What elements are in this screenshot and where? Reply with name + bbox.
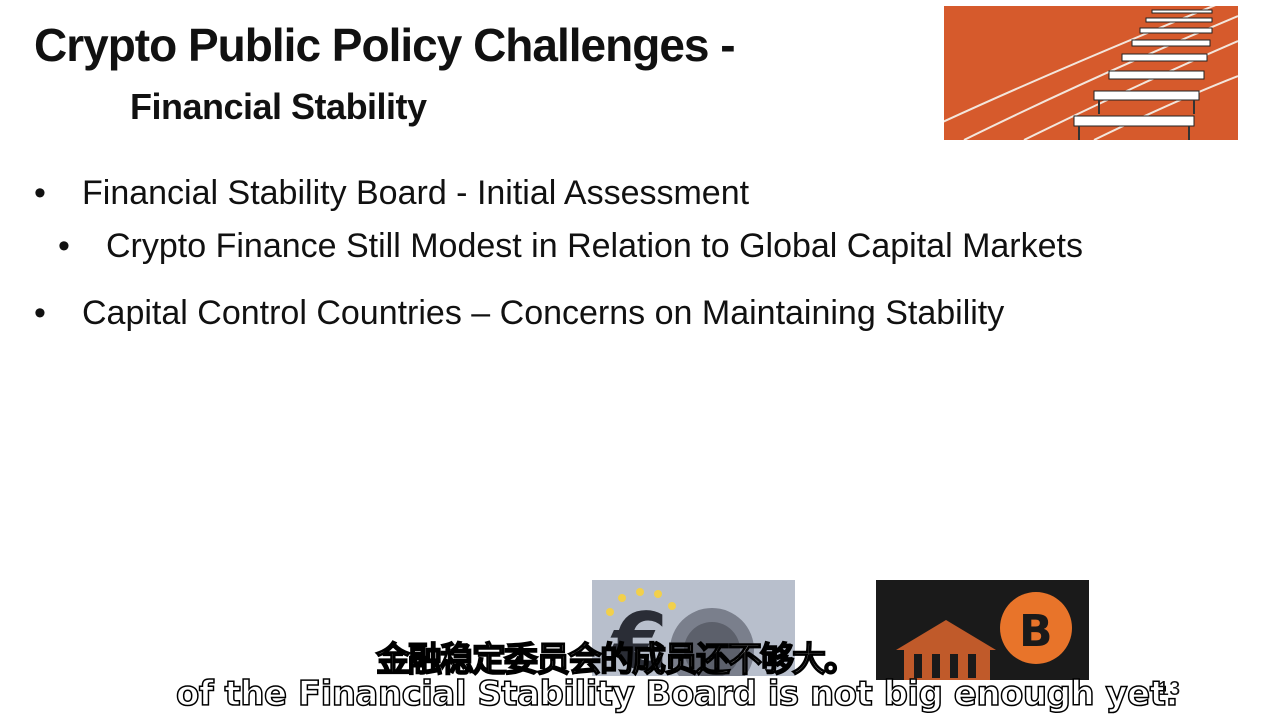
svg-text:B: B (1019, 606, 1053, 657)
bullet-text: Capital Control Countries – Concerns on … (82, 294, 1005, 332)
hurdles-track-image (944, 6, 1238, 140)
bullet-dot-icon: • (34, 294, 46, 332)
page-number: 13 (1158, 678, 1181, 700)
bullet-text: Crypto Finance Still Modest in Relation … (106, 227, 1083, 265)
bullet-dot-icon: • (58, 227, 70, 265)
subtitle-english: of the Financial Stability Board is not … (175, 673, 1179, 715)
bullet-text: Financial Stability Board - Initial Asse… (82, 174, 750, 212)
slide-subtitle: Financial Stability (130, 86, 427, 127)
bitcoin-bank-image: B (876, 580, 1089, 680)
slide-title: Crypto Public Policy Challenges - (34, 19, 736, 71)
bullet-dot-icon: • (34, 174, 46, 212)
